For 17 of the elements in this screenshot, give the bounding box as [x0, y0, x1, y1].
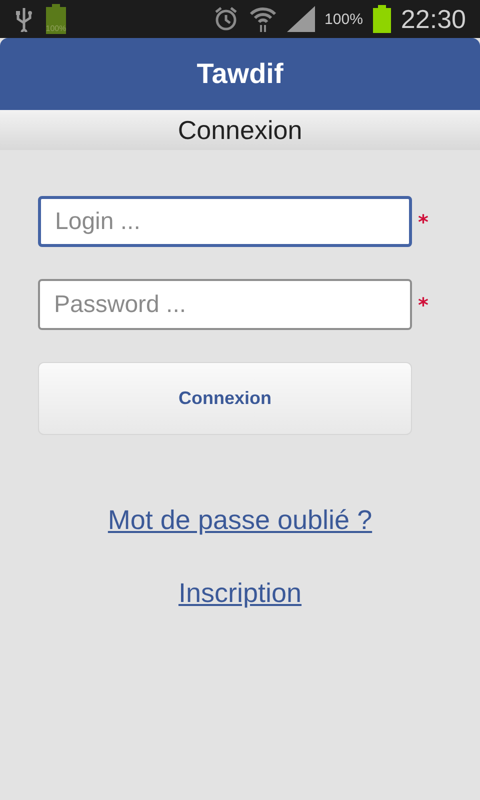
usb-icon	[14, 6, 34, 32]
battery-percent: 100%	[324, 10, 363, 28]
battery-icon	[372, 5, 391, 33]
app-title: Tawdif	[196, 58, 284, 90]
input-field[interactable]: Password ...	[38, 279, 412, 330]
required-mark: *	[418, 292, 428, 316]
clock-time: 22:30	[400, 4, 466, 34]
signal-icon	[286, 6, 315, 32]
alarm-clock-icon	[212, 6, 239, 32]
text-link[interactable]: Inscription	[178, 578, 302, 609]
battery-notification-text: 100%	[44, 24, 68, 33]
connexion-button[interactable]: Connexion	[38, 362, 412, 435]
required-mark: *	[418, 210, 428, 234]
wifi-icon	[248, 5, 277, 33]
text-link[interactable]: Mot de passe oublié ?	[108, 505, 372, 536]
input-field[interactable]: Login ...	[38, 196, 412, 247]
subheader-title: Connexion	[178, 114, 302, 146]
